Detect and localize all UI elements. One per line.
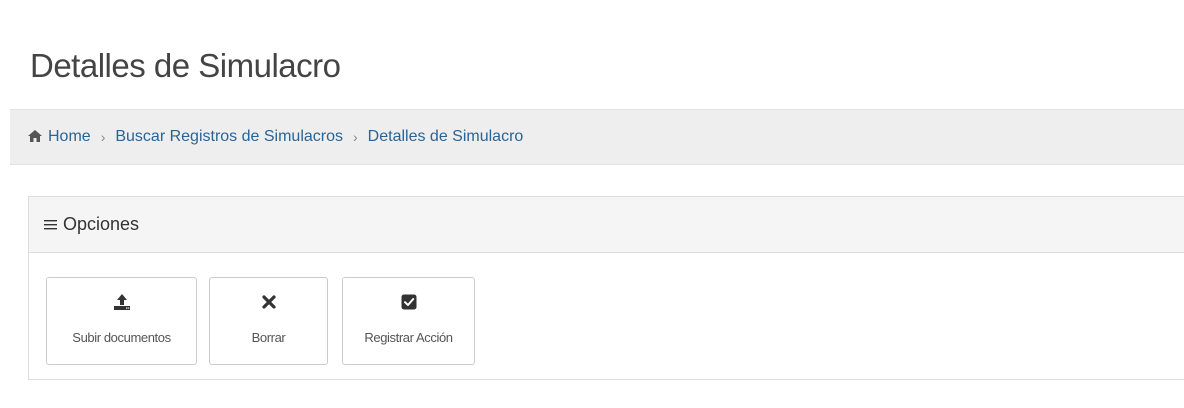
breadcrumb-separator: › — [353, 129, 358, 145]
options-panel-heading: Opciones — [29, 197, 1184, 253]
delete-label: Borrar — [251, 330, 286, 345]
bars-icon — [44, 220, 57, 230]
breadcrumb-separator: › — [100, 129, 106, 145]
options-panel: Opciones Subir documentos Borrar Registr… — [28, 196, 1184, 380]
register-action-button[interactable]: Registrar Acción — [342, 277, 475, 365]
breadcrumb: Home › Buscar Registros de Simulacros › … — [10, 109, 1184, 165]
close-icon — [259, 292, 279, 312]
options-panel-title: Opciones — [63, 214, 140, 234]
breadcrumb-item-label: Home — [48, 128, 91, 145]
options-panel-body: Subir documentos Borrar Registrar Acción — [29, 253, 1184, 379]
upload-icon — [112, 292, 132, 312]
register-action-label: Registrar Acción — [364, 330, 453, 345]
home-icon — [28, 130, 42, 142]
breadcrumb-item-buscar[interactable]: Buscar Registros de Simulacros — [115, 128, 343, 146]
page-title: Detalles de Simulacro — [30, 47, 341, 84]
upload-documents-button[interactable]: Subir documentos — [46, 277, 197, 365]
breadcrumb-item-home[interactable]: Home — [28, 128, 91, 146]
delete-button[interactable]: Borrar — [209, 277, 328, 365]
upload-documents-label: Subir documentos — [72, 330, 171, 345]
page: Detalles de Simulacro Home › Buscar Regi… — [0, 0, 1184, 408]
check-square-icon — [399, 292, 419, 312]
breadcrumb-item-current: Detalles de Simulacro — [367, 128, 524, 145]
